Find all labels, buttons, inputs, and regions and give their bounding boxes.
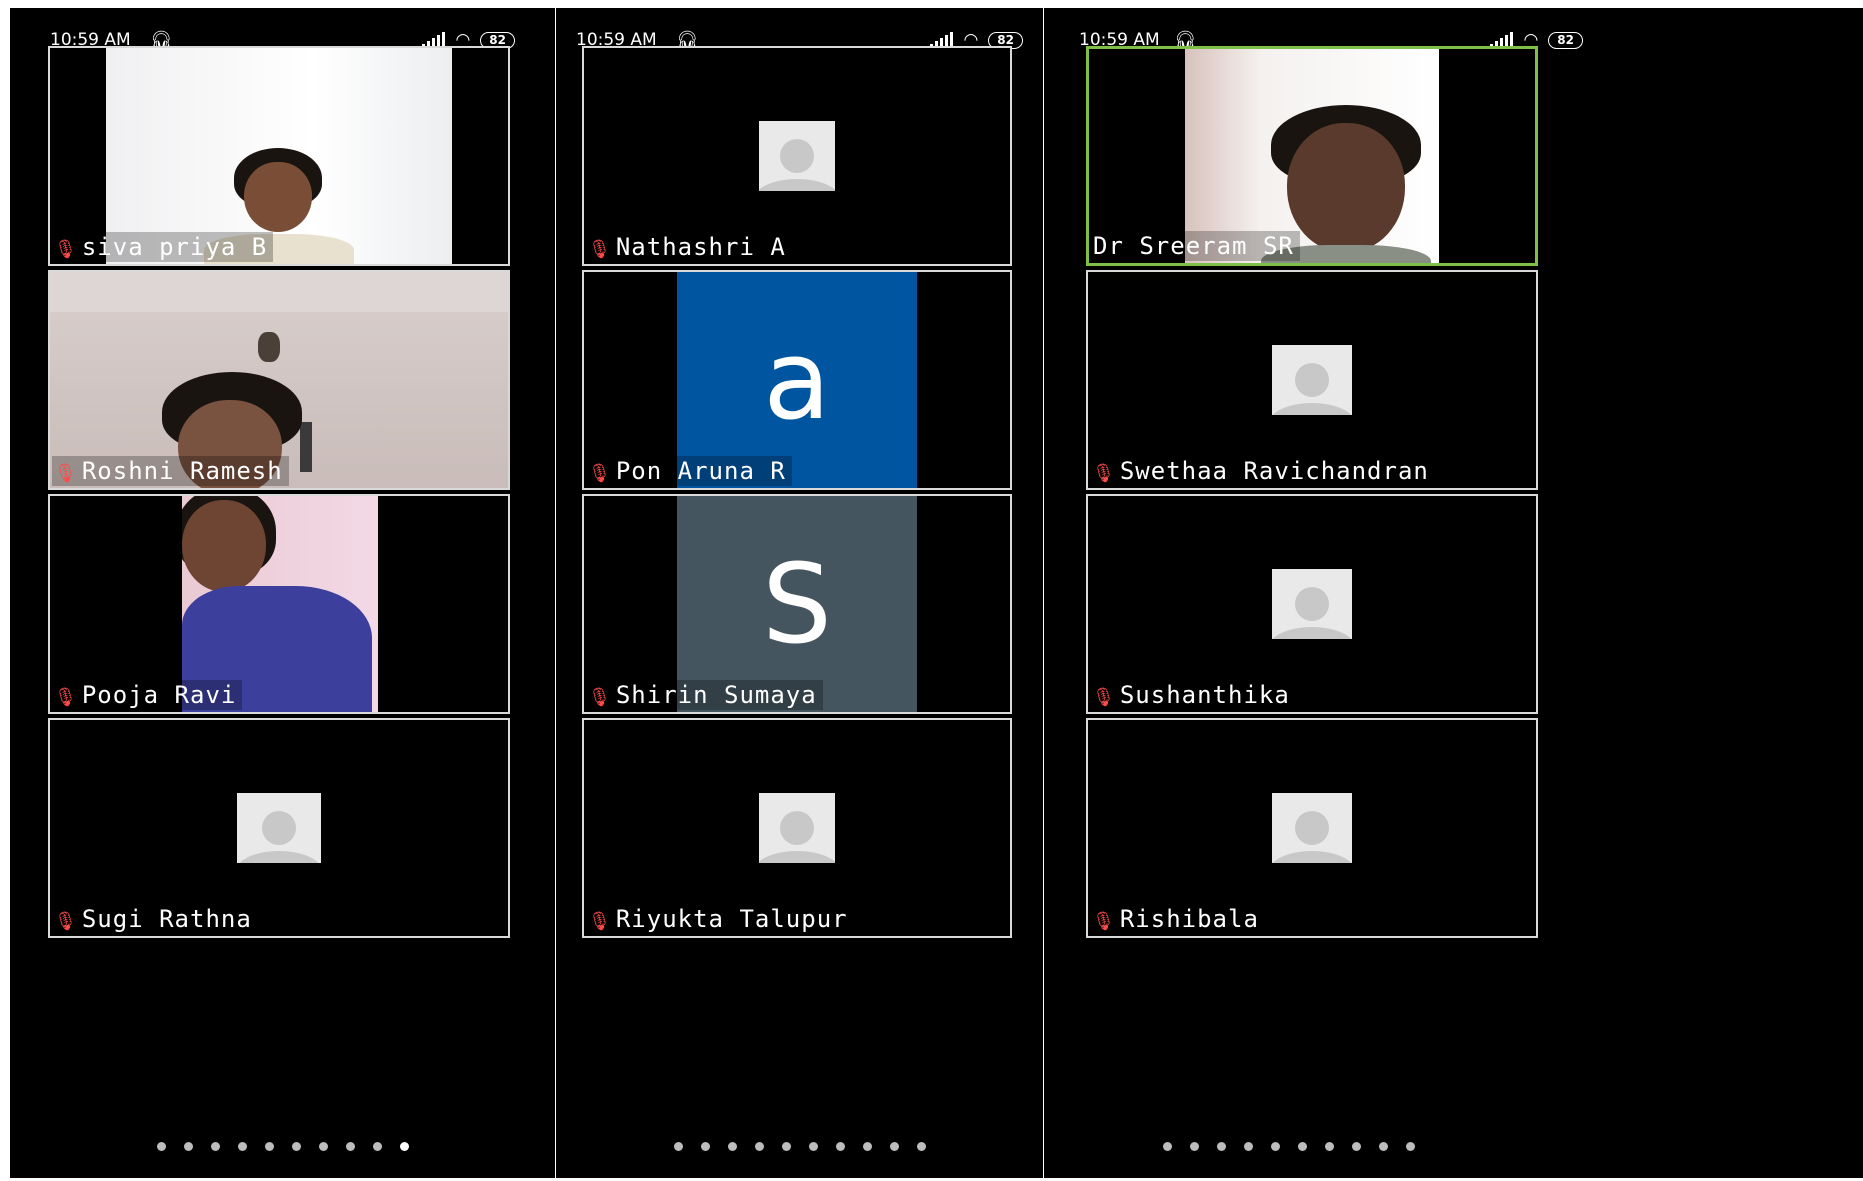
page-indicator[interactable] [10, 1142, 555, 1156]
page-dot[interactable] [345, 1142, 355, 1151]
participant-name: 🎙︎ Nathashri A [586, 232, 792, 262]
participant-name-label: Shirin Sumaya [615, 681, 817, 709]
participant-name: 🎙︎ Swethaa Ravichandran [1090, 456, 1435, 486]
page-dot[interactable] [1216, 1142, 1226, 1151]
participant-tile[interactable]: 🎙︎ Roshni Ramesh [48, 270, 510, 490]
participant-name-label: Rishibala [1119, 905, 1259, 933]
page-dot[interactable] [291, 1142, 301, 1151]
participant-name-label: Sugi Rathna [81, 905, 252, 933]
participant-tile[interactable]: 🎙︎ Pooja Ravi [48, 494, 510, 714]
page-dot[interactable] [1351, 1142, 1361, 1151]
participant-name: 🎙︎ Rishibala [1090, 904, 1265, 934]
participant-tile-active-speaker[interactable]: Dr Sreeram SR [1086, 46, 1538, 266]
default-avatar-icon [1272, 569, 1352, 639]
default-avatar-icon [759, 793, 835, 863]
mic-muted-icon: 🎙︎ [1092, 463, 1116, 484]
participant-name: 🎙︎ Riyukta Talupur [586, 904, 854, 934]
mic-muted-icon: 🎙︎ [1092, 911, 1116, 932]
participant-tile[interactable]: 🎙︎ Swethaa Ravichandran [1086, 270, 1538, 490]
page-dot[interactable] [372, 1142, 382, 1151]
participant-name-label: Roshni Ramesh [81, 457, 283, 485]
participant-tile[interactable]: 🎙︎ Rishibala [1086, 718, 1538, 938]
page-dot-current[interactable] [399, 1142, 409, 1151]
page-dot[interactable] [1405, 1142, 1415, 1151]
page-dot[interactable] [1297, 1142, 1307, 1151]
page-dot[interactable] [183, 1142, 193, 1151]
page-dot[interactable] [1270, 1142, 1280, 1151]
participant-name: 🎙︎ Sushanthika [1090, 680, 1296, 710]
page-dot[interactable] [1378, 1142, 1388, 1151]
participant-name: 🎙︎ siva priya B [52, 232, 274, 262]
phone-screen-2: 10:59 AM 🎧︎ ◠ 82 🎙︎ Nathashri A a 🎙︎ Pon A… [556, 8, 1043, 1178]
default-avatar-icon [1272, 793, 1352, 863]
page-dot[interactable] [700, 1142, 710, 1151]
page-dot[interactable] [835, 1142, 845, 1151]
mic-muted-icon: 🎙︎ [588, 687, 612, 708]
page-indicator[interactable] [1044, 1142, 1533, 1156]
default-avatar-icon [1272, 345, 1352, 415]
participant-tile[interactable]: S 🎙︎ Shirin Sumaya [582, 494, 1012, 714]
participant-name-label: Riyukta Talupur [615, 905, 848, 933]
phone-screen-1: 10:59 AM 🎧︎ ◠ 82 🎙︎ siva priya B 🎙︎ Rosh… [10, 8, 555, 1178]
participant-name-label: Pooja Ravi [81, 681, 237, 709]
page-dot[interactable] [781, 1142, 791, 1151]
mic-muted-icon: 🎙︎ [588, 911, 612, 932]
participant-tile[interactable]: 🎙︎ Riyukta Talupur [582, 718, 1012, 938]
page-dot[interactable] [889, 1142, 899, 1151]
mic-muted-icon: 🎙︎ [1092, 687, 1116, 708]
page-dot[interactable] [318, 1142, 328, 1151]
battery-indicator: 82 [1548, 31, 1583, 49]
page-dot[interactable] [264, 1142, 274, 1151]
participant-name-label: Dr Sreeram SR [1093, 232, 1294, 260]
participant-name-label: Sushanthika [1119, 681, 1290, 709]
page-dot[interactable] [727, 1142, 737, 1151]
page-indicator[interactable] [556, 1142, 1043, 1156]
participant-name: 🎙︎ Pon Aruna R [586, 456, 792, 486]
mic-muted-icon: 🎙︎ [588, 239, 612, 260]
participant-name-label: Swethaa Ravichandran [1119, 457, 1429, 485]
participant-name: 🎙︎ Shirin Sumaya [586, 680, 823, 710]
page-dot[interactable] [808, 1142, 818, 1151]
participant-name: 🎙︎ Roshni Ramesh [52, 456, 289, 486]
page-dot[interactable] [237, 1142, 247, 1151]
default-avatar-icon [237, 793, 321, 863]
phone-screen-3: 10:59 AM 🎧︎ ◠ 82 Dr Sreeram SR 🎙︎ Swethaa… [1044, 8, 1863, 1178]
participant-name: Dr Sreeram SR [1091, 231, 1300, 261]
mic-muted-icon: 🎙︎ [588, 463, 612, 484]
page-dot[interactable] [673, 1142, 683, 1151]
default-avatar-icon [759, 121, 835, 191]
page-dot[interactable] [1162, 1142, 1172, 1151]
participant-name-label: Nathashri A [615, 233, 786, 261]
page-dot[interactable] [1324, 1142, 1334, 1151]
mic-muted-icon: 🎙︎ [54, 239, 78, 260]
page-dot[interactable] [754, 1142, 764, 1151]
participant-tile[interactable]: a 🎙︎ Pon Aruna R [582, 270, 1012, 490]
participant-name-label: Pon Aruna R [615, 457, 786, 485]
participant-tile[interactable]: 🎙︎ siva priya B [48, 46, 510, 266]
mic-muted-icon: 🎙︎ [54, 687, 78, 708]
page-dot[interactable] [916, 1142, 926, 1151]
mic-muted-icon: 🎙︎ [54, 463, 78, 484]
mic-muted-icon: 🎙︎ [54, 911, 78, 932]
participant-name: 🎙︎ Pooja Ravi [52, 680, 243, 710]
participant-name-label: siva priya B [81, 233, 268, 261]
page-dot[interactable] [1243, 1142, 1253, 1151]
participant-tile[interactable]: 🎙︎ Sugi Rathna [48, 718, 510, 938]
participant-name: 🎙︎ Sugi Rathna [52, 904, 258, 934]
page-dot[interactable] [210, 1142, 220, 1151]
page-dot[interactable] [862, 1142, 872, 1151]
participant-tile[interactable]: 🎙︎ Sushanthika [1086, 494, 1538, 714]
page-dot[interactable] [156, 1142, 166, 1151]
participant-tile[interactable]: 🎙︎ Nathashri A [582, 46, 1012, 266]
page-dot[interactable] [1189, 1142, 1199, 1151]
